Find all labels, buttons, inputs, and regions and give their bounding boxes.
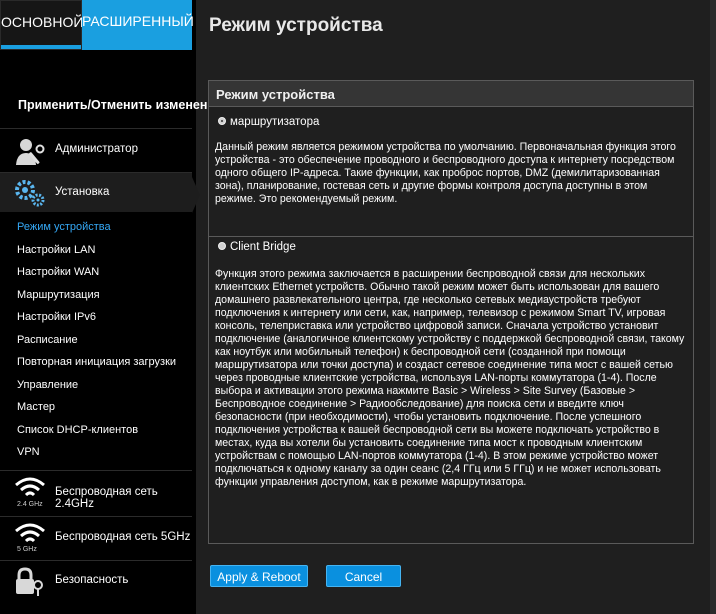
client-bridge-radio[interactable] [218,241,226,250]
client-bridge-option[interactable]: Client Bridge [218,241,296,253]
sidebar-item-management[interactable]: Управление [17,379,78,391]
tab-basic[interactable]: ОСНОВНОЙ [0,0,83,50]
sidebar-section-setup[interactable]: Установка [0,172,200,213]
sidebar-section-label: Безопасность [55,574,129,586]
gears-icon [14,178,46,208]
panel-header: Режим устройства [209,81,693,107]
sidebar-item-lan-settings[interactable]: Настройки LAN [17,244,95,256]
device-mode-panel: Режим устройства маршрутизатора Данный р… [208,80,694,544]
client-bridge-description: Функция этого режима заключается в расши… [215,268,685,488]
panel-heading: Режим устройства [216,87,335,102]
sidebar-item-wizard[interactable]: Мастер [17,401,55,413]
sidebar-section-wifi-24[interactable]: 2.4 GHz Беспроводная сеть 2.4GHz [0,470,192,516]
router-mode-radio[interactable] [218,116,226,125]
sidebar-section-security[interactable]: Безопасность [0,560,192,604]
sidebar-section-admin[interactable]: Администратор [0,128,192,172]
sidebar-item-reboot[interactable]: Повторная инициация загрузки [17,356,176,368]
sidebar-section-label: Беспроводная сеть 5GHz [55,531,191,543]
sidebar-section-label: Администратор [55,143,138,155]
sidebar-section-wifi-5[interactable]: 5 GHz Беспроводная сеть 5GHz [0,516,192,560]
sidebar: ОСНОВНОЙ РАСШИРЕННЫЙ Применить/Отменить … [0,0,237,614]
sidebar-item-ipv6-settings[interactable]: Настройки IPv6 [17,311,96,323]
router-mode-option[interactable]: маршрутизатора [218,116,319,128]
sidebar-section-label: Беспроводная сеть 2.4GHz [55,486,158,510]
sidebar-item-device-mode[interactable]: Режим устройства [17,221,111,233]
sidebar-item-schedule[interactable]: Расписание [17,334,78,346]
sidebar-item-dhcp-clients[interactable]: Список DHCP-клиентов [17,424,138,436]
apply-reboot-button[interactable]: Apply & Reboot [210,565,308,587]
band-label: 2.4 GHz [17,501,43,508]
router-mode-description: Данный режим является режимом устройства… [215,141,676,205]
admin-user-wrench-icon [14,137,46,167]
sidebar-section-label: Установка [55,186,110,198]
sidebar-item-routing[interactable]: Маршрутизация [17,289,100,301]
sidebar-item-wan-settings[interactable]: Настройки WAN [17,266,99,278]
mode-tabs: ОСНОВНОЙ РАСШИРЕННЫЙ [0,0,194,50]
lock-key-icon [14,567,46,597]
apply-changes-status[interactable]: Применить/Отменить изменения: 1 [18,98,237,112]
divider [209,236,693,237]
client-bridge-label: Client Bridge [230,241,296,253]
band-label: 5 GHz [17,546,37,553]
tab-advanced[interactable]: РАСШИРЕННЫЙ [82,0,194,50]
page-title: Режим устройства [209,15,383,36]
cancel-button[interactable]: Cancel [326,565,401,587]
router-mode-label: маршрутизатора [230,116,320,128]
scrollbar[interactable] [710,0,716,614]
sidebar-item-vpn[interactable]: VPN [17,446,40,458]
